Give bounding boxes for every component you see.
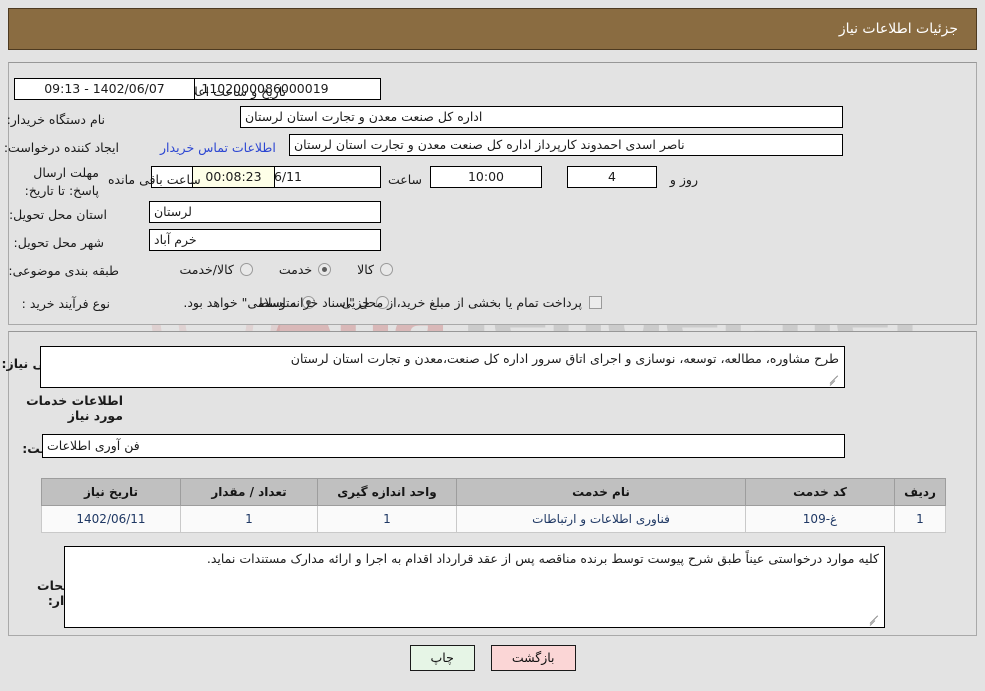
delivery-city-label: شهر محل تحویل: bbox=[13, 235, 104, 250]
page-title: جزئیات اطلاعات نیاز bbox=[838, 21, 958, 37]
delivery-province-label: استان محل تحویل: bbox=[8, 207, 107, 222]
delivery-province-field[interactable]: لرستان bbox=[149, 201, 381, 223]
services-heading: اطلاعات خدمات مورد نیاز bbox=[26, 393, 123, 423]
col-service-name: نام خدمت bbox=[456, 478, 746, 506]
deadline-label: مهلت ارسال پاسخ: تا تاریخ: bbox=[24, 165, 99, 199]
treasury-doc-checkbox[interactable] bbox=[589, 296, 602, 309]
buyer-notes-text: کلیه موارد درخواستی عیناً طبق شرح پیوست … bbox=[206, 551, 879, 566]
resize-grip-icon[interactable] bbox=[870, 614, 882, 626]
cell-service-code: غ-109 bbox=[745, 505, 895, 533]
deadline-countdown-label: ساعت باقی مانده bbox=[108, 172, 201, 187]
resize-grip-icon[interactable] bbox=[830, 374, 842, 386]
deadline-countdown-field: 00:08:23 bbox=[192, 166, 275, 188]
requester-field[interactable]: ناصر اسدی احمدوند کارپرداز اداره کل صنعت… bbox=[289, 134, 843, 156]
services-table: ردیف کد خدمت نام خدمت واحد اندازه گیری ت… bbox=[41, 478, 946, 533]
col-need-date: تاریخ نیاز bbox=[41, 478, 181, 506]
buyer-notes-textarea[interactable]: کلیه موارد درخواستی عیناً طبق شرح پیوست … bbox=[64, 546, 885, 628]
table-header-row: ردیف کد خدمت نام خدمت واحد اندازه گیری ت… bbox=[41, 478, 946, 506]
radio-icon-kala[interactable] bbox=[380, 263, 393, 276]
delivery-city-field[interactable]: خرم آباد bbox=[149, 229, 381, 251]
radio-option-khedmat[interactable]: خدمت bbox=[253, 262, 332, 277]
radio-label-kala-khedmat: کالا/خدمت bbox=[179, 262, 234, 277]
need-details-panel bbox=[8, 62, 977, 325]
col-unit: واحد اندازه گیری bbox=[317, 478, 457, 506]
col-quantity: تعداد / مقدار bbox=[180, 478, 318, 506]
radio-option-kala-khedmat[interactable]: کالا/خدمت bbox=[179, 262, 253, 277]
purchase-type-label: نوع فرآیند خرید : bbox=[21, 296, 110, 311]
service-group-field[interactable]: فن آوری اطلاعات bbox=[42, 434, 845, 458]
subject-category-label: طبقه بندی موضوعی: bbox=[8, 263, 119, 278]
deadline-time-label: ساعت bbox=[387, 172, 422, 187]
page-title-bar: جزئیات اطلاعات نیاز bbox=[8, 8, 977, 50]
cell-row-no: 1 bbox=[894, 505, 946, 533]
buyer-contact-link[interactable]: اطلاعات تماس خریدار bbox=[160, 140, 276, 155]
radio-label-kala: کالا bbox=[357, 262, 374, 277]
radio-icon-khedmat[interactable] bbox=[318, 263, 332, 276]
radio-icon-kala-khedmat[interactable] bbox=[239, 263, 253, 276]
public-announce-field[interactable]: 09:13 - 1402/06/07 bbox=[14, 78, 195, 100]
buyer-org-field[interactable]: اداره کل صنعت معدن و تجارت استان لرستان bbox=[240, 106, 843, 128]
table-row[interactable]: 1 غ-109 فناوری اطلاعات و ارتباطات 1 1 14… bbox=[41, 505, 946, 533]
col-service-code: کد خدمت bbox=[745, 478, 895, 506]
col-row-no: ردیف bbox=[894, 478, 946, 506]
cell-unit: 1 bbox=[317, 505, 457, 533]
cell-need-date: 1402/06/11 bbox=[41, 505, 181, 533]
radio-option-kala[interactable]: کالا bbox=[331, 262, 393, 277]
general-need-text: طرح مشاوره، مطالعه، توسعه، نوسازی و اجرا… bbox=[290, 351, 839, 366]
deadline-time-field[interactable]: 10:00 bbox=[430, 166, 542, 188]
deadline-days-label: روز و bbox=[669, 172, 698, 187]
footer-button-bar: بازگشت چاپ bbox=[0, 645, 985, 671]
general-need-textarea[interactable]: طرح مشاوره، مطالعه، توسعه، نوسازی و اجرا… bbox=[40, 346, 845, 388]
deadline-days-field[interactable]: 4 bbox=[567, 166, 657, 188]
buyer-org-label: نام دستگاه خریدار: bbox=[6, 112, 105, 127]
cell-quantity: 1 bbox=[180, 505, 318, 533]
treasury-doc-checkbox-label: پرداخت تمام یا بخشی از مبلغ خرید،از محل … bbox=[183, 295, 582, 310]
requester-label: ایجاد کننده درخواست: bbox=[3, 140, 119, 155]
print-button[interactable]: چاپ bbox=[409, 645, 475, 671]
radio-label-khedmat: خدمت bbox=[278, 262, 313, 277]
back-button[interactable]: بازگشت bbox=[490, 645, 576, 671]
treasury-doc-checkbox-option[interactable]: پرداخت تمام یا بخشی از مبلغ خرید،از محل … bbox=[183, 295, 602, 310]
cell-service-name: فناوری اطلاعات و ارتباطات bbox=[456, 505, 746, 533]
